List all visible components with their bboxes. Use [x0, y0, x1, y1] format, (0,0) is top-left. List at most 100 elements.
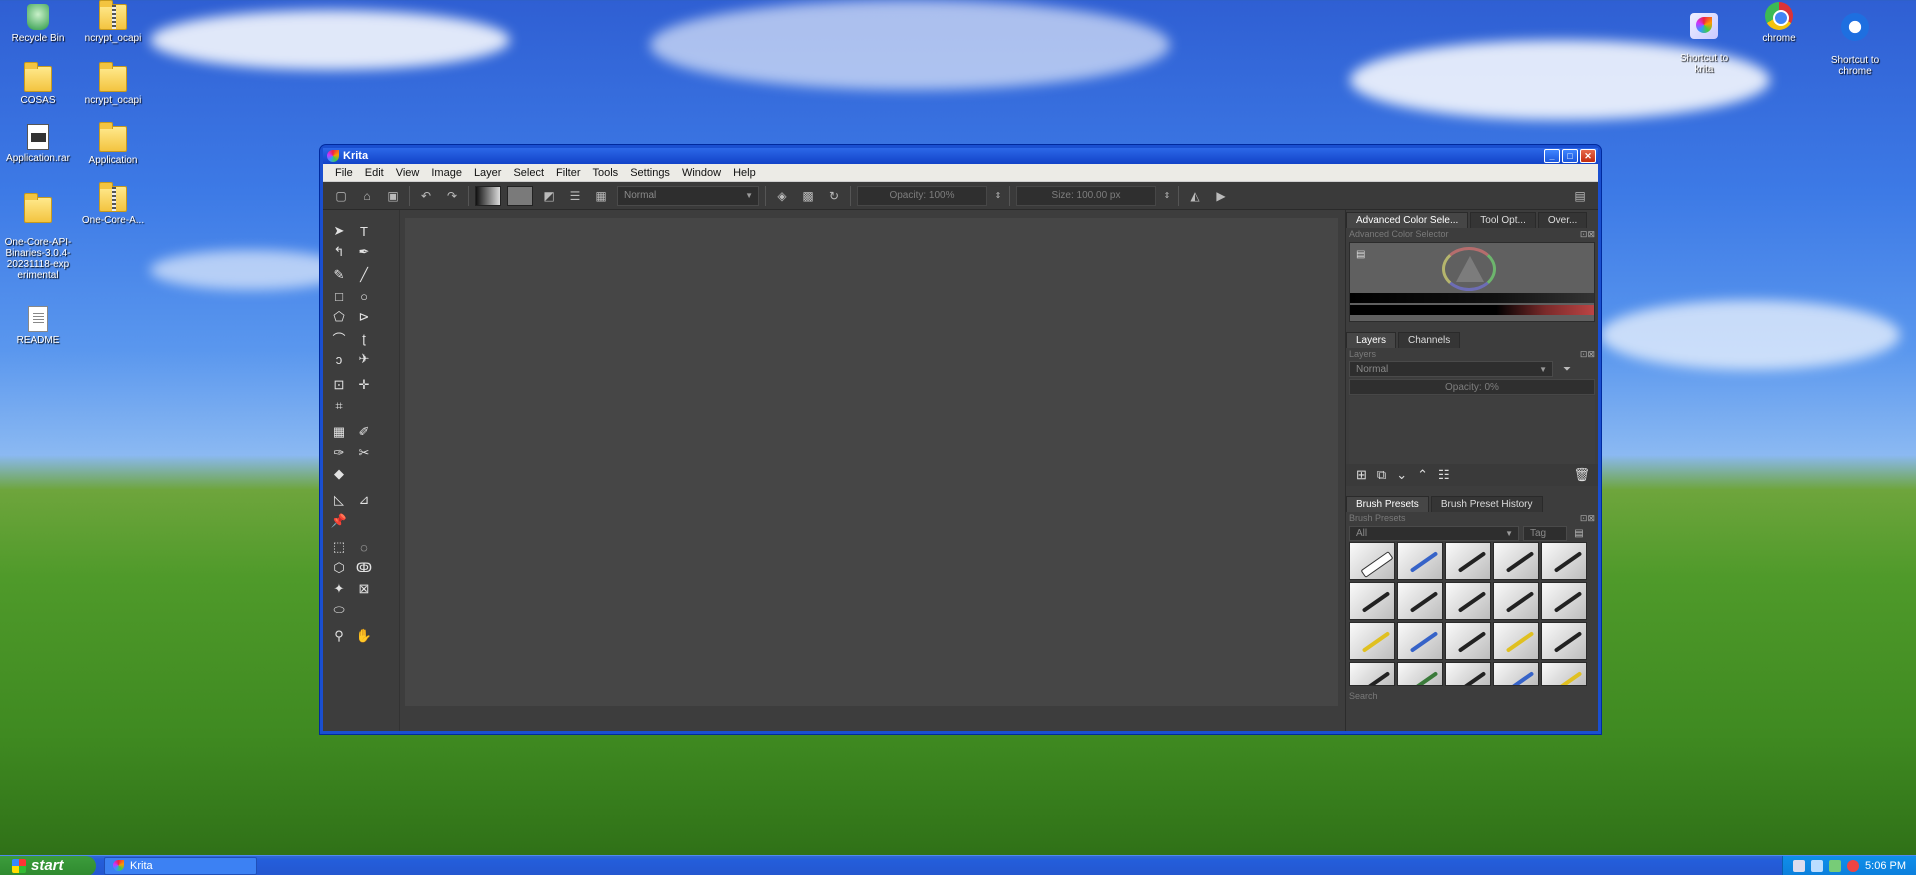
tab-layers[interactable]: Layers [1346, 332, 1397, 348]
brush-preset[interactable] [1541, 662, 1587, 686]
delete-layer-icon[interactable]: 🗑 [1573, 467, 1590, 483]
assistant-tool-icon[interactable]: ◺ [329, 491, 349, 509]
volume-icon[interactable] [1811, 859, 1824, 872]
zoom-tool-icon[interactable]: ⚲ [329, 627, 349, 645]
desktop-icon-one-core-binaries[interactable]: One-Core-API- Binaries-3.0.4- 20231118-e… [0, 186, 77, 292]
brush-preset[interactable] [1349, 662, 1395, 686]
pattern-swatch[interactable] [507, 185, 533, 206]
measure-tool-icon[interactable]: ⊿ [354, 491, 374, 509]
dock-close-icon[interactable]: ⊡⊠ [1580, 349, 1595, 360]
desktop-icon-shortcut-krita[interactable]: Shortcut to krita [1665, 2, 1743, 86]
line-tool-icon[interactable]: ╱ [354, 266, 374, 284]
layer-opacity-slider[interactable]: Opacity: 0% [1349, 379, 1595, 395]
menu-tools[interactable]: Tools [587, 167, 625, 179]
rect-select-tool-icon[interactable]: ⬚ [329, 538, 349, 556]
reload-preset-icon[interactable]: ↻ [824, 186, 844, 206]
common-colors-bar[interactable] [1350, 305, 1594, 315]
add-layer-icon[interactable]: ⊞ [1356, 467, 1367, 483]
color-picker-tool-icon[interactable]: ✐ [354, 423, 374, 441]
menu-select[interactable]: Select [507, 167, 550, 179]
blend-mode-select[interactable]: Normal ▼ [617, 185, 759, 206]
polyline-tool-icon[interactable]: ⊳ [354, 308, 374, 326]
security-alert-icon[interactable] [1847, 859, 1860, 872]
edit-shape-tool-icon[interactable]: ↰ [329, 243, 349, 261]
mirror-horizontal-icon[interactable]: ◭ [1185, 186, 1205, 206]
polygon-select-tool-icon[interactable]: ⬡ [329, 559, 349, 577]
brush-preset[interactable] [1541, 582, 1587, 620]
color-history-bar[interactable] [1350, 293, 1594, 303]
undo-icon[interactable]: ↶ [416, 186, 436, 206]
transform-tool-icon[interactable]: ⊡ [329, 376, 349, 394]
brush-preset-eraser[interactable] [1349, 542, 1395, 580]
brush-preset[interactable] [1445, 542, 1491, 580]
brush-preset[interactable] [1493, 582, 1539, 620]
ellipse-select-tool-icon[interactable]: ◌ [354, 538, 374, 556]
new-document-icon[interactable]: ▢ [331, 186, 351, 206]
window-titlebar[interactable]: Krita _ □ ✕ [323, 148, 1598, 164]
brush-preset[interactable] [1397, 542, 1443, 580]
crop-tool-icon[interactable]: ⌗ [329, 397, 349, 415]
bezier-select-tool-icon[interactable]: ⬭ [329, 601, 349, 619]
reference-images-tool-icon[interactable]: 📌 [329, 512, 349, 530]
alpha-lock-icon[interactable]: ▩ [798, 186, 818, 206]
desktop-icon-application[interactable]: Application [74, 122, 152, 166]
layer-blend-mode-select[interactable]: Normal ▼ [1349, 361, 1553, 377]
redo-icon[interactable]: ↷ [442, 186, 462, 206]
taskbar-item-krita[interactable]: Krita [104, 856, 257, 875]
size-spinner-icon[interactable]: ⇕ [1162, 186, 1172, 206]
bezier-tool-icon[interactable]: ⌒ [329, 329, 349, 347]
start-button[interactable]: start [0, 855, 96, 875]
gradient-tool-icon[interactable]: ▦ [329, 423, 349, 441]
similar-select-tool-icon[interactable]: ⊠ [354, 580, 374, 598]
brush-preset[interactable] [1493, 662, 1539, 686]
brush-settings-icon[interactable]: ☰ [565, 186, 585, 206]
brush-presets-icon[interactable]: ▦ [591, 186, 611, 206]
move-layer-down-icon[interactable]: ⌄ [1396, 467, 1407, 483]
network-icon[interactable] [1793, 859, 1806, 872]
dock-close-icon[interactable]: ⊡⊠ [1580, 513, 1595, 524]
brush-preset[interactable] [1541, 542, 1587, 580]
tab-channels[interactable]: Channels [1398, 332, 1461, 348]
dynamic-brush-tool-icon[interactable]: ↄ [329, 350, 349, 368]
brush-preset[interactable] [1541, 622, 1587, 660]
contiguous-select-tool-icon[interactable]: ✦ [329, 580, 349, 598]
advanced-color-selector[interactable]: ▤ [1349, 242, 1595, 322]
select-shape-tool-icon[interactable]: ➤ [329, 222, 349, 240]
desktop-icon-ncrypt-ocapi[interactable]: ncrypt_ocapi [74, 62, 152, 106]
menu-edit[interactable]: Edit [359, 167, 390, 179]
gradient-swatch[interactable] [475, 185, 501, 206]
open-folder-icon[interactable]: ⌂ [357, 186, 377, 206]
brush-search-field[interactable]: Search [1346, 690, 1598, 702]
menu-image[interactable]: Image [425, 167, 468, 179]
brush-tag-button[interactable]: Tag [1523, 525, 1567, 541]
menu-help[interactable]: Help [727, 167, 762, 179]
fill-tool-icon[interactable]: ◆ [329, 465, 349, 483]
layer-properties-icon[interactable]: ☷ [1438, 467, 1450, 483]
desktop-icon-recycle-bin[interactable]: Recycle Bin [0, 4, 77, 44]
color-triangle[interactable] [1442, 247, 1496, 291]
dock-close-icon[interactable]: ⊡⊠ [1580, 229, 1595, 240]
desktop-icon-shortcut-chrome[interactable]: Shortcut to chrome [1816, 2, 1894, 88]
close-button[interactable]: ✕ [1580, 149, 1596, 163]
tab-brush-preset-history[interactable]: Brush Preset History [1430, 496, 1543, 512]
calligraphy-tool-icon[interactable]: ✒ [354, 243, 374, 261]
brush-preset[interactable] [1397, 622, 1443, 660]
brush-preset[interactable] [1349, 622, 1395, 660]
brush-preset[interactable] [1397, 662, 1443, 686]
desktop-icon-ncrypt-ocapi-zip[interactable]: ncrypt_ocapi [74, 0, 152, 44]
pan-tool-icon[interactable]: ✋ [354, 627, 374, 645]
polygon-tool-icon[interactable]: ⬠ [329, 308, 349, 326]
tab-tool-options[interactable]: Tool Opt... [1470, 212, 1536, 228]
desktop-icon-readme[interactable]: README [0, 306, 77, 346]
desktop-icon-chrome[interactable]: chrome [1740, 2, 1818, 44]
menu-layer[interactable]: Layer [468, 167, 508, 179]
tab-advanced-color-selector[interactable]: Advanced Color Sele... [1346, 212, 1469, 228]
brush-preset[interactable] [1445, 622, 1491, 660]
rectangle-tool-icon[interactable]: □ [329, 287, 349, 305]
desktop-icon-cosas[interactable]: COSAS [0, 62, 77, 106]
freehand-select-tool-icon[interactable]: ↂ [354, 559, 374, 577]
move-layer-up-icon[interactable]: ⌃ [1417, 467, 1428, 483]
smart-patch-tool-icon[interactable]: ✂ [354, 444, 374, 462]
fg-bg-color-icon[interactable]: ◩ [539, 186, 559, 206]
menu-window[interactable]: Window [676, 167, 727, 179]
